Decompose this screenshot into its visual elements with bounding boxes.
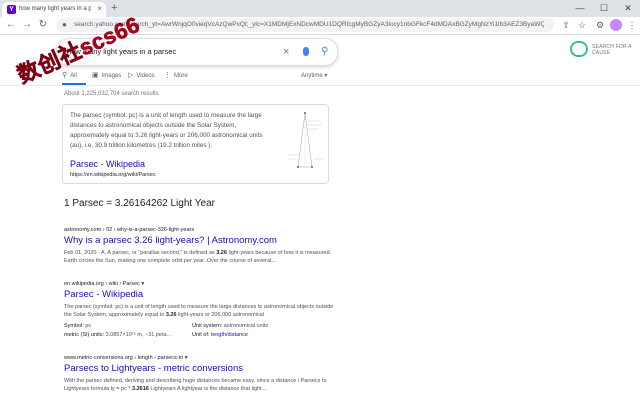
result-cite[interactable]: www.metric-conversions.org › length › pa… <box>64 354 344 362</box>
desc-highlight: 3.26 <box>216 250 227 256</box>
minimize-window-icon[interactable]: — <box>568 0 592 17</box>
fact-value: pc <box>85 323 92 329</box>
conversion-answer: 1 Parsec = 3.26164262 Light Year <box>64 198 215 210</box>
result-count: About 1,225,032,704 search results <box>64 91 159 97</box>
search-result: astronomy.com › 02 › why-is-a-parsec-326… <box>64 226 344 265</box>
search-result: www.metric-conversions.org › length › pa… <box>64 354 344 393</box>
tabs-divider <box>0 85 640 86</box>
fact-value: 3.0857×10¹⁶ m, ~31 peta... <box>105 332 172 338</box>
result-cite[interactable]: en.wikipedia.org › wiki › Parsec ▾ <box>64 280 344 288</box>
heart-logo-icon <box>570 41 588 57</box>
search-icon[interactable]: ⚲ <box>321 39 328 65</box>
tab-more[interactable]: ⋮ More <box>164 70 188 82</box>
profile-avatar[interactable] <box>610 19 622 31</box>
video-icon: ▷ <box>128 72 134 79</box>
more-dots-icon: ⋮ <box>164 72 171 79</box>
tab-title: how many light years in a parse <box>19 6 91 12</box>
maximize-window-icon[interactable]: ☐ <box>592 0 616 17</box>
forward-icon[interactable]: → <box>20 18 34 32</box>
search-result: en.wikipedia.org › wiki › Parsec ▾ Parse… <box>64 280 344 338</box>
result-title-link[interactable]: Parsecs to Lightyears - metric conversio… <box>64 363 344 375</box>
menu-kebab-icon[interactable]: ⋮ <box>626 19 638 31</box>
result-description: The parsec (symbol: pc) is a unit of len… <box>64 303 334 319</box>
search-for-a-cause-badge[interactable]: SEARCH FOR A CAUSE <box>570 38 632 64</box>
close-window-icon[interactable]: ✕ <box>616 0 640 17</box>
fact-unit-system: Unit system: astronomical units <box>192 322 268 330</box>
url-text[interactable]: search.yahoo.com/search_yt=AwrWnjqO0vieq… <box>74 19 544 31</box>
reload-icon[interactable]: ↻ <box>36 18 50 32</box>
charity-label: SEARCH FOR A CAUSE <box>592 44 632 56</box>
desc-text: light-years or 206,000 astronomical <box>176 312 264 318</box>
snippet-url[interactable]: https://en.wikipedia.org/wiki/Parsec <box>70 171 156 179</box>
fact-unit-of: Unit of: length/distance <box>192 331 248 339</box>
desc-text: Feb 01, 2020 · A. A parsec, or "parallax… <box>64 250 217 256</box>
tab-images-label: Images <box>101 73 122 79</box>
new-tab-button[interactable]: + <box>111 2 117 14</box>
fact-metric: metric (SI) units: 3.0857×10¹⁶ m, ~31 pe… <box>64 331 171 339</box>
parallax-diagram-image[interactable] <box>284 111 326 171</box>
extensions-icon[interactable]: ⚙ <box>594 19 606 31</box>
fact-link[interactable]: length/distance <box>211 332 248 338</box>
desc-text: Lightyears A lightyear is the distance t… <box>148 386 267 392</box>
browser-tab-bar: Y how many light years in a parse × + — … <box>0 0 640 17</box>
browser-tab[interactable]: Y how many light years in a parse × <box>2 2 106 17</box>
fact-value: astronomical units <box>223 323 269 329</box>
answer-left-unit: Parsec <box>72 198 104 209</box>
result-cite[interactable]: astronomy.com › 02 › why-is-a-parsec-326… <box>64 226 344 234</box>
tab-images[interactable]: ▣ Images <box>92 70 121 82</box>
fact-key: metric (SI) units: <box>64 332 105 338</box>
fact-symbol: Symbol: pc <box>64 322 91 330</box>
answer-left-number: 1 <box>64 198 70 209</box>
answer-equals: = <box>106 198 113 209</box>
tab-all[interactable]: ⚲ All <box>62 70 77 82</box>
desc-highlight: 3.2616 <box>132 386 149 392</box>
bookmark-star-icon[interactable]: ☆ <box>576 19 588 31</box>
active-tab-indicator <box>62 83 86 85</box>
featured-snippet-card: The parsec (symbol: pc) is a unit of len… <box>62 104 329 184</box>
image-icon: ▣ <box>92 72 99 79</box>
answer-right-number: 3.26164262 <box>114 198 168 209</box>
search-small-icon: ⚲ <box>62 72 68 79</box>
clear-search-icon[interactable]: × <box>283 39 289 65</box>
tab-videos-label: Videos <box>136 73 155 79</box>
fact-key: Unit system: <box>192 323 223 329</box>
tab-all-label: All <box>70 73 77 79</box>
fact-key: Symbol: <box>64 323 84 329</box>
tab-videos[interactable]: ▷ Videos <box>128 70 155 82</box>
fact-key: Unit of: <box>192 332 210 338</box>
close-tab-icon[interactable]: × <box>97 4 102 14</box>
anytime-filter-dropdown[interactable]: Anytime ▾ <box>301 70 327 82</box>
result-description: Feb 01, 2020 · A. A parsec, or "parallax… <box>64 249 334 265</box>
result-title-link[interactable]: Why is a parsec 3.26 light-years? | Astr… <box>64 235 344 247</box>
result-description: With the parsec defined, deriving and de… <box>64 377 334 393</box>
answer-right-unit: Light Year <box>170 198 216 209</box>
snippet-text: The parsec (symbol: pc) is a unit of len… <box>70 112 263 149</box>
desc-highlight: 3.26 <box>165 312 177 318</box>
yahoo-favicon-icon: Y <box>7 5 16 14</box>
lock-icon: ● <box>62 20 67 29</box>
snippet-title-link[interactable]: Parsec - Wikipedia <box>70 159 145 170</box>
search-vertical-tabs: ⚲ All ▣ Images ▷ Videos ⋮ More <box>62 70 342 84</box>
share-icon[interactable]: ⇧ <box>560 19 572 31</box>
back-icon[interactable]: ← <box>4 18 18 32</box>
microphone-icon[interactable] <box>303 47 309 56</box>
tab-more-label: More <box>174 73 188 79</box>
result-title-link[interactable]: Parsec - Wikipedia <box>64 289 344 301</box>
